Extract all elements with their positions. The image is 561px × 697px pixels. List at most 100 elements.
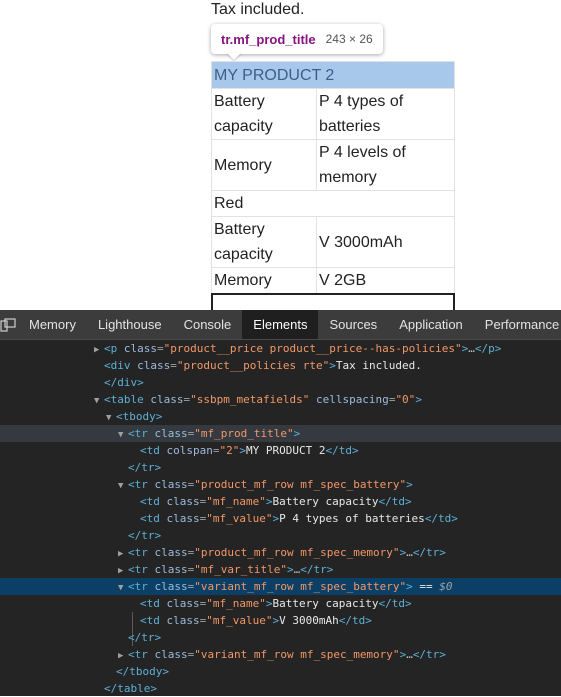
spec-value-cell: P 4 types of batteries	[316, 88, 455, 140]
dom-node-line[interactable]: ▼ <tr class="product_mf_row mf_spec_batte…	[0, 476, 561, 493]
hovered-dom-node[interactable]: ▼ <tr class="mf_prod_title">	[0, 425, 561, 442]
dom-node-line[interactable]: ▶ <tr class="variant_mf_row mf_spec_memor…	[0, 646, 561, 663]
tab-sources[interactable]: Sources	[318, 310, 388, 339]
dom-node-line[interactable]: </div>	[0, 374, 561, 391]
code-attr: class	[166, 597, 200, 610]
code-txt: Battery capacity	[272, 495, 379, 508]
code-attr: class	[154, 648, 188, 661]
tax-included-text: Tax included.	[211, 1, 305, 18]
dom-node-line[interactable]: <td class="mf_value">P 4 types of batter…	[0, 510, 561, 527]
dom-node-line[interactable]: </tr>	[0, 629, 561, 646]
code-tag: >	[406, 478, 413, 491]
code-attr: class	[166, 495, 200, 508]
dom-node-line[interactable]: ▶ <tr class="mf_var_title">…</tr>	[0, 561, 561, 578]
tab-console[interactable]: Console	[173, 310, 243, 339]
code-ell: …	[406, 648, 413, 661]
dom-node-line[interactable]: </table>	[0, 680, 561, 697]
code-tag: >	[293, 427, 301, 440]
code-val: "variant_mf_row mf_spec_memory"	[194, 648, 400, 661]
tab-performance[interactable]: Performance	[474, 310, 561, 339]
code-attr: class	[150, 393, 184, 406]
code-tag: <tr	[128, 580, 155, 593]
dom-node-line[interactable]: <td class="mf_value">V 3000mAh</td>	[0, 612, 561, 629]
dom-node-line[interactable]: </tr>	[0, 459, 561, 476]
code-val: "mf_value"	[206, 512, 273, 525]
code-tag: </tr>	[412, 546, 446, 559]
code-attr: class	[154, 563, 188, 576]
tooltip-selector: tr.mf_prod_title	[221, 31, 316, 47]
dom-node-line[interactable]: ▼ <table class="ssbpm_metafields" cellspa…	[0, 391, 561, 408]
variant-title-row: Red	[211, 190, 455, 217]
selected-dom-node[interactable]: ▼ <tr class="variant_mf_row mf_spec_batte…	[0, 578, 561, 595]
code-tag: <tr	[128, 427, 155, 440]
code-txt: Tax included.	[335, 359, 422, 372]
code-tag: </div>	[104, 376, 144, 389]
code-tag: <td	[140, 597, 167, 610]
code-tag: <td	[140, 614, 167, 627]
code-tag: <div	[104, 359, 138, 372]
product-title-row: MY PRODUCT 2	[211, 61, 455, 89]
code-attr: class	[154, 478, 188, 491]
dom-node-line[interactable]: ▶ <tr class="product_mf_row mf_spec_memor…	[0, 544, 561, 561]
code-tag: </td>	[424, 512, 458, 525]
tab-lighthouse[interactable]: Lighthouse	[87, 310, 173, 339]
code-txt	[309, 393, 316, 406]
code-tag: </tr>	[128, 529, 162, 542]
code-val: "mf_prod_title"	[194, 427, 294, 440]
code-val: "2"	[219, 444, 240, 457]
code-txt: Battery capacity	[272, 597, 379, 610]
product-spec-row: Battery capacity P 4 types of batteries	[211, 88, 455, 140]
tab-memory[interactable]: Memory	[18, 310, 87, 339]
code-tag: </td>	[378, 597, 412, 610]
dom-node-line[interactable]: <div class="product__policies rte">Tax i…	[0, 357, 561, 374]
variant-spec-row: Battery capacity V 3000mAh	[211, 216, 455, 268]
spec-value-cell: P 4 levels of memory	[316, 139, 455, 191]
code-attr: class	[166, 512, 200, 525]
code-tag: </p>	[474, 342, 502, 355]
dom-node-line[interactable]: </tr>	[0, 527, 561, 544]
code-attr: class	[154, 580, 188, 593]
next-element-box[interactable]	[211, 293, 455, 310]
code-val: "mf_name"	[206, 597, 266, 610]
code-val: "0"	[395, 393, 416, 406]
dom-node-line[interactable]: <td colspan="2">MY PRODUCT 2</td>	[0, 442, 561, 459]
dom-node-line[interactable]: ▼ <tbody>	[0, 408, 561, 425]
spec-name-cell: Memory	[211, 267, 317, 294]
code-tag: <p	[104, 342, 124, 355]
code-tag: <tr	[128, 546, 155, 559]
spec-table: MY PRODUCT 2 Battery capacity P 4 types …	[211, 61, 455, 294]
code-attr: colspan	[166, 444, 213, 457]
dom-node-line[interactable]: <td class="mf_name">Battery capacity</td…	[0, 493, 561, 510]
product-title-cell: MY PRODUCT 2	[211, 61, 455, 89]
code-tag: </td>	[378, 495, 412, 508]
tab-application[interactable]: Application	[388, 310, 474, 339]
code-val: "ssbpm_metafields"	[190, 393, 310, 406]
code-attr: class	[166, 614, 200, 627]
code-val: "product__price product__price--has-poli…	[163, 342, 462, 355]
code-val: "variant_mf_row mf_spec_battery"	[194, 580, 407, 593]
code-tag: </tbody>	[116, 665, 169, 678]
variant-title-cell: Red	[211, 190, 455, 217]
inspect-tooltip: tr.mf_prod_title 243 × 26	[211, 24, 383, 54]
code-tag: <tr	[128, 563, 155, 576]
code-txt: MY PRODUCT 2	[245, 444, 326, 457]
code-tag: >	[415, 393, 422, 406]
dom-node-line[interactable]: </tbody>	[0, 663, 561, 680]
dom-node-line[interactable]: <td class="mf_name">Battery capacity</td…	[0, 595, 561, 612]
code-tag: <tr	[128, 648, 155, 661]
tab-elements[interactable]: Elements	[242, 310, 319, 339]
toggle-device-icon[interactable]	[0, 310, 16, 339]
code-tag: <table	[104, 393, 151, 406]
elements-tree: ▶ <p class="product__price product__price…	[0, 340, 561, 697]
code-val: "product__policies rte"	[176, 359, 330, 372]
code-tag: >	[406, 580, 413, 593]
dom-node-line[interactable]: ▶ <p class="product__price product__price…	[0, 340, 561, 357]
code-val: "product_mf_row mf_spec_battery"	[194, 478, 407, 491]
code-val: "mf_var_title"	[194, 563, 287, 576]
code-ell: …	[406, 546, 413, 559]
code-dollar: $0	[439, 580, 453, 593]
code-eq: =	[157, 342, 164, 355]
code-tag: </table>	[104, 682, 157, 695]
code-ell: …	[468, 342, 475, 355]
code-txt: P 4 types of batteries	[279, 512, 425, 525]
